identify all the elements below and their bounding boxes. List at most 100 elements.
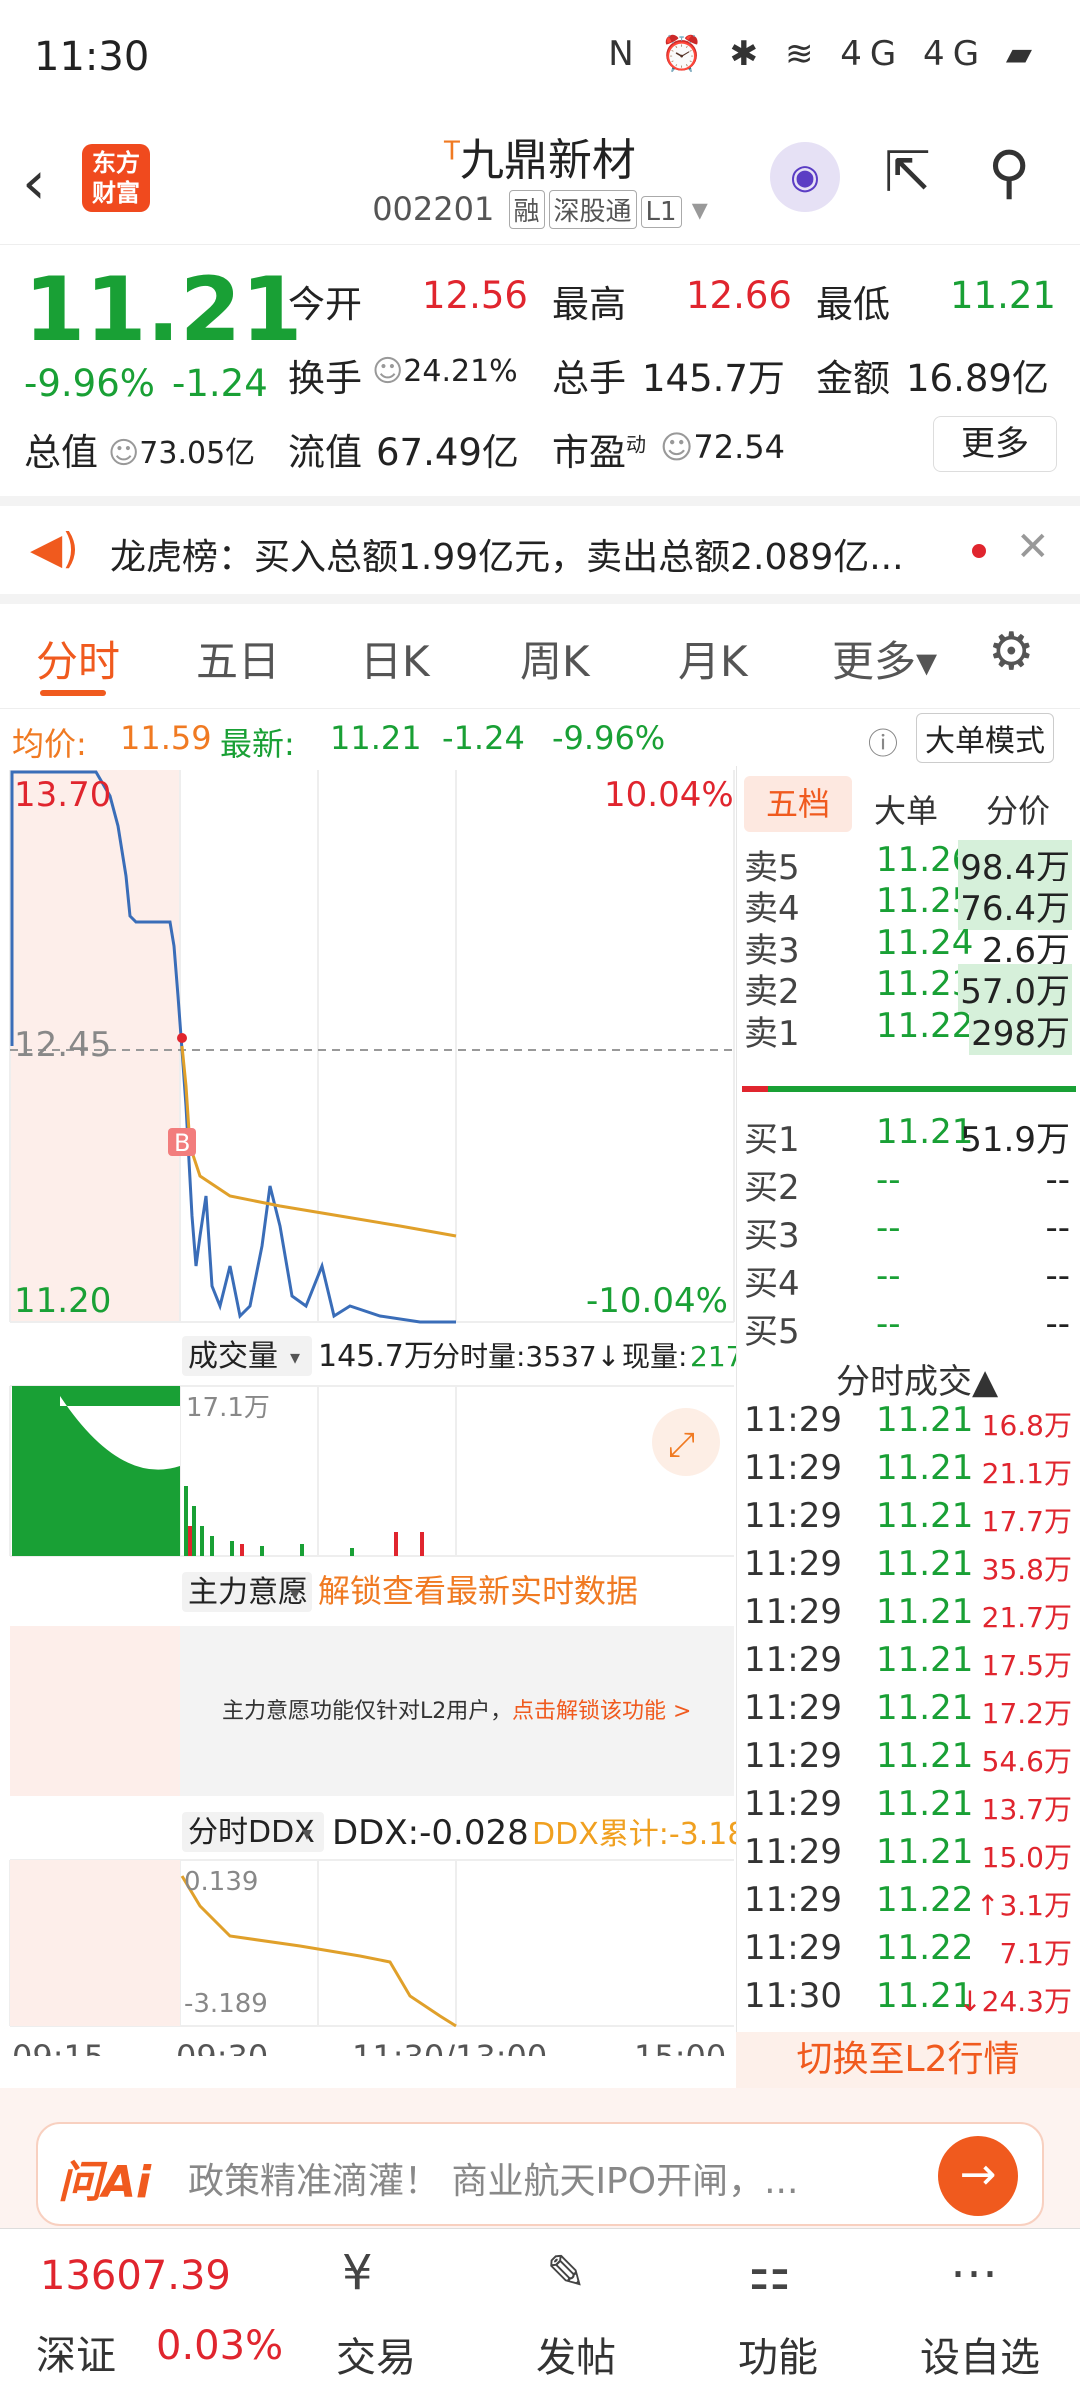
level-price: -- xyxy=(876,1304,901,1344)
turnover-value[interactable]: ☺24.21% xyxy=(372,354,518,389)
nav-trade[interactable]: 交易 xyxy=(306,2325,446,2383)
tag-level: L1 xyxy=(640,196,682,228)
bid-row: 买2 -- -- xyxy=(742,1160,1074,1208)
tick-time: 11:29 xyxy=(744,1544,842,1584)
tick-price: 11.21 xyxy=(876,1400,974,1440)
help-icon[interactable]: ⓘ xyxy=(868,719,898,763)
pe-sup: 动 xyxy=(626,432,646,457)
tick-row: 11:30 11.21 ↓24.3万 xyxy=(742,1976,1074,2022)
book-tab-price[interactable]: 分价 xyxy=(986,786,1050,832)
unlock-feature-link[interactable]: 点击解锁该功能 > xyxy=(512,1699,691,1724)
ai-robot-icon[interactable]: ◉ xyxy=(770,142,840,212)
ticks-title[interactable]: 分时成交▲ xyxy=(836,1354,998,1403)
ddx-dropdown[interactable]: 分时DDX xyxy=(188,1815,315,1850)
switch-l2-button[interactable]: 切换至L2行情 xyxy=(736,2032,1080,2088)
pe-text: 72.54 xyxy=(693,428,785,466)
status-time: 11:30 xyxy=(34,34,150,80)
open-value: 12.56 xyxy=(422,274,528,317)
level-volume: -- xyxy=(1045,1256,1070,1296)
tick-row: 11:29 11.21 17.2万 xyxy=(742,1688,1074,1734)
avg-value: 11.59 xyxy=(120,719,212,757)
level-label: 买5 xyxy=(744,1312,800,1352)
tick-row: 11:29 11.22 ↑3.1万 xyxy=(742,1880,1074,1926)
tick-row: 11:29 11.21 17.5万 xyxy=(742,1640,1074,1686)
expand-icon[interactable]: ⤢ xyxy=(668,1425,695,1465)
level-price: 11.22 xyxy=(876,1005,974,1046)
share-icon[interactable]: ⇱ xyxy=(884,140,931,205)
level-label: 卖1 xyxy=(744,1013,800,1054)
tick-volume: ↓24.3万 xyxy=(958,1985,1072,2018)
main-force-message: 主力意愿功能仅针对L2用户， xyxy=(222,1699,512,1724)
tick-price: 11.21 xyxy=(876,1592,974,1632)
tab-intraday[interactable]: 分时 xyxy=(36,628,120,689)
tab-day-k[interactable]: 日K xyxy=(360,628,430,689)
period-tabs: 分时 五日 日K 周K 月K 更多▾ ⚙ xyxy=(0,604,1080,704)
ai-search-bar[interactable]: 问Ai 政策精准滴灌！ 商业航天IPO开闸，... → xyxy=(36,2122,1044,2226)
tick-volume: 21.7万 xyxy=(981,1601,1072,1634)
tick-volume: 13.7万 xyxy=(981,1793,1072,1826)
tick-time: 11:29 xyxy=(744,1592,842,1632)
level-volume: -- xyxy=(1045,1304,1070,1344)
book-tab-level5[interactable]: 五档 xyxy=(744,776,852,832)
level-price: -- xyxy=(876,1160,901,1200)
tab-week-k[interactable]: 周K xyxy=(520,628,590,689)
tab-5day[interactable]: 五日 xyxy=(196,628,280,689)
volume-total: 145.7万 xyxy=(318,1339,434,1374)
pe-value[interactable]: ☺72.54 xyxy=(660,428,785,466)
tick-time: 11:29 xyxy=(744,1784,842,1824)
tick-price: 11.21 xyxy=(876,1736,974,1776)
level-volume: -- xyxy=(1045,1208,1070,1248)
main-force-unlock-link[interactable]: 解锁查看最新实时数据 xyxy=(318,1572,638,1610)
status-icons: N ⏰ ✱ ≋ 4G 4G ▰ xyxy=(608,34,1040,74)
info-icon: ☺ xyxy=(108,436,140,471)
volume-now: 217 xyxy=(690,1340,736,1373)
bid-row: 买4 -- -- xyxy=(742,1256,1074,1304)
gear-icon[interactable]: ⚙ xyxy=(988,622,1035,682)
nav-watchlist[interactable]: 设自选 xyxy=(910,2325,1050,2383)
search-icon[interactable]: ⚲ xyxy=(988,138,1030,206)
ai-logo: 问Ai xyxy=(58,2157,152,2208)
ddx-top: 0.139 xyxy=(184,1867,258,1897)
tick-price: 11.21 xyxy=(876,1688,974,1728)
bid-row: 买1 11.21 51.9万 xyxy=(742,1112,1074,1160)
post-icon: ✎ xyxy=(546,2245,587,2301)
more-dots-icon: ⋯ xyxy=(950,2245,998,2301)
time-label-open: 09:15 xyxy=(12,2038,104,2056)
nav-post[interactable]: 发帖 xyxy=(506,2325,646,2383)
current-price: 11.21 xyxy=(24,258,303,361)
nav-functions[interactable]: 功能 xyxy=(708,2325,848,2383)
close-icon[interactable]: ✕ xyxy=(1016,524,1050,570)
ask-row: 卖5 11.26 98.4万 xyxy=(742,840,1074,889)
tick-time: 11:29 xyxy=(744,1448,842,1488)
index-pct: 0.03% xyxy=(156,2323,284,2369)
low-value: 11.21 xyxy=(950,274,1056,317)
tick-volume: 17.5万 xyxy=(981,1649,1072,1682)
float-value: 67.49亿 xyxy=(376,431,519,474)
volume-dropdown[interactable]: 成交量 xyxy=(188,1339,278,1374)
index-value[interactable]: 13607.39 xyxy=(40,2253,231,2299)
arrow-right-icon[interactable]: → xyxy=(938,2136,1018,2216)
more-button[interactable]: 更多 xyxy=(933,416,1057,472)
trade-icon: ¥ xyxy=(342,2245,373,2301)
volume-now-label: 现量: xyxy=(622,1340,687,1373)
tick-time: 11:29 xyxy=(744,1928,842,1968)
info-icon: ☺ xyxy=(372,354,404,389)
tick-row: 11:29 11.21 21.7万 xyxy=(742,1592,1074,1638)
tick-volume: 7.1万 xyxy=(999,1937,1072,1970)
notice-bar[interactable]: ◀) 龙虎榜：买入总额1.99亿元，卖出总额2.089亿... ✕ xyxy=(0,496,1080,604)
ai-prompt-text: 政策精准滴灌！ 商业航天IPO开闸，... xyxy=(188,2161,799,2202)
mcap-value[interactable]: ☺73.05亿 xyxy=(108,428,255,472)
svg-text:▾: ▾ xyxy=(290,1345,300,1369)
status-bar: 11:30 N ⏰ ✱ ≋ 4G 4G ▰ xyxy=(0,0,1080,120)
big-order-mode-button[interactable]: 大单模式 xyxy=(916,713,1054,763)
chart-bottom-pct: -10.04% xyxy=(586,1281,728,1321)
ddx-cumulative: DDX累计:-3.189 xyxy=(532,1817,736,1852)
book-tab-big-order[interactable]: 大单 xyxy=(874,786,938,832)
tick-time: 11:29 xyxy=(744,1832,842,1872)
intraday-chart[interactable]: B 13.70 12.45 11.20 10.04% -10.04% 成交量 ▾… xyxy=(0,766,736,2056)
open-label: 今开 xyxy=(288,283,362,326)
notice-text: 龙虎榜：买入总额1.99亿元，卖出总额2.089亿... xyxy=(110,537,904,578)
tab-more[interactable]: 更多▾ xyxy=(832,628,937,689)
tab-month-k[interactable]: 月K xyxy=(678,628,748,689)
level-price: -- xyxy=(876,1208,901,1248)
